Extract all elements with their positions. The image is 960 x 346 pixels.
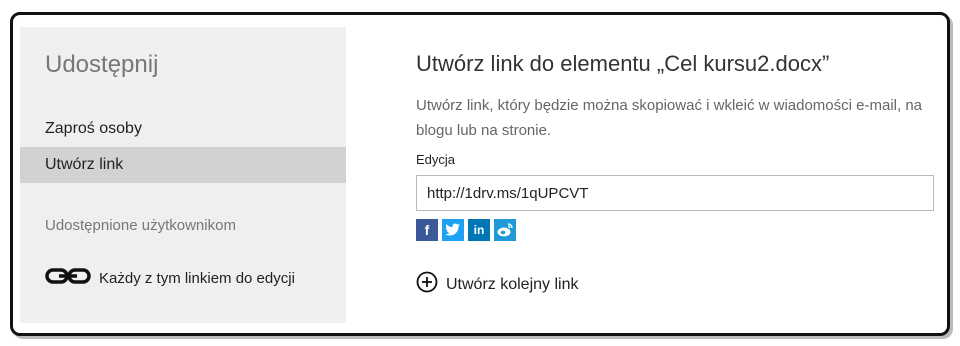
sidebar-item-invite[interactable]: Zaproś osoby bbox=[20, 111, 346, 147]
description: Utwórz link, który będzie można skopiowa… bbox=[416, 97, 923, 139]
plus-circle-icon bbox=[416, 271, 438, 298]
page-title: Utwórz link do elementu „Cel kursu2.docx… bbox=[416, 51, 830, 76]
edit-label: Edycja bbox=[416, 152, 456, 167]
share-dialog: Udostępnij Zaproś osoby Utwórz link Udos… bbox=[10, 12, 950, 336]
social-buttons: f in bbox=[416, 219, 516, 241]
permission-entry[interactable]: Każdy z tym linkiem do edycji bbox=[45, 267, 295, 289]
sidebar-title: Udostępnij bbox=[45, 51, 159, 78]
facebook-icon[interactable]: f bbox=[416, 219, 438, 241]
create-another-link-button[interactable]: Utwórz kolejny link bbox=[416, 271, 578, 298]
permission-label: Każdy z tym linkiem do edycji bbox=[99, 269, 295, 287]
twitter-icon[interactable] bbox=[442, 219, 464, 241]
linkedin-icon[interactable]: in bbox=[468, 219, 490, 241]
link-icon bbox=[45, 267, 91, 289]
shared-with-heading: Udostępnione użytkownikom bbox=[45, 217, 236, 234]
link-field[interactable] bbox=[416, 175, 934, 211]
weibo-icon[interactable] bbox=[494, 219, 516, 241]
sidebar: Udostępnij Zaproś osoby Utwórz link Udos… bbox=[20, 27, 346, 323]
main-panel: Utwórz link do elementu „Cel kursu2.docx… bbox=[416, 15, 947, 333]
sidebar-item-create-link[interactable]: Utwórz link bbox=[20, 147, 346, 183]
create-another-link-label: Utwórz kolejny link bbox=[446, 275, 579, 293]
